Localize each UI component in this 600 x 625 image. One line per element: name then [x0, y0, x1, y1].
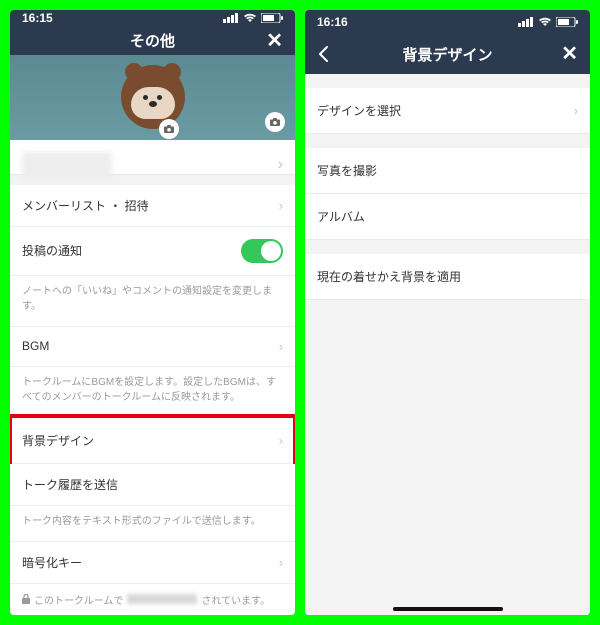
encryption-note-prefix: このトークルームで	[34, 592, 123, 607]
row-label: 投稿の通知	[22, 242, 82, 259]
home-indicator[interactable]	[393, 607, 503, 611]
phone-right: 16:16 背景デザイン ✕ デザインを選択 › 写真を撮影	[305, 10, 590, 615]
row-label: 暗号化キー	[22, 554, 82, 571]
select-design-row[interactable]: デザインを選択 ›	[305, 88, 590, 134]
avatar[interactable]	[121, 65, 185, 129]
back-icon[interactable]	[317, 45, 329, 63]
row-label: 写真を撮影	[317, 162, 377, 179]
encryption-note-suffix: されています。	[201, 592, 270, 607]
background-design-row[interactable]: 背景デザイン ›	[10, 418, 295, 464]
row-label: 現在の着せかえ背景を適用	[317, 268, 461, 285]
status-time: 16:15	[22, 11, 53, 25]
post-notification-note: ノートへの「いいね」やコメントの通知設定を変更します。	[10, 276, 295, 327]
row-label: 背景デザイン	[22, 432, 94, 449]
phone-left: 16:15 その他 ✕	[10, 10, 295, 615]
chevron-right-icon: ›	[574, 103, 578, 118]
status-time: 16:16	[317, 15, 348, 29]
nav-bar: その他 ✕	[10, 27, 295, 55]
row-label: トーク履歴を送信	[22, 476, 118, 493]
toggle-switch[interactable]	[241, 239, 283, 263]
status-bar: 16:16	[305, 10, 590, 34]
battery-icon	[261, 13, 283, 23]
bgm-row[interactable]: BGM ›	[10, 327, 295, 367]
apply-current-theme-row[interactable]: 現在の着せかえ背景を適用	[305, 254, 590, 300]
empty-area	[305, 300, 590, 615]
row-label: デザインを選択	[317, 102, 401, 119]
section-gap	[305, 74, 590, 88]
encryption-note: このトークルームで されています。	[10, 584, 295, 615]
wifi-icon	[538, 17, 552, 27]
section-gap	[305, 240, 590, 254]
section-gap	[305, 134, 590, 148]
chevron-right-icon: ›	[279, 433, 283, 448]
close-icon[interactable]: ✕	[561, 44, 578, 64]
post-notification-row: 投稿の通知	[10, 227, 295, 276]
member-list-row[interactable]: メンバーリスト ・ 招待 ›	[10, 185, 295, 227]
nav-bar: 背景デザイン ✕	[305, 34, 590, 74]
camera-icon[interactable]	[159, 119, 179, 139]
row-label: メンバーリスト ・ 招待	[22, 197, 149, 214]
lock-icon	[22, 594, 30, 604]
status-bar: 16:15	[10, 10, 295, 27]
chevron-right-icon: ›	[278, 156, 283, 174]
album-row[interactable]: アルバム	[305, 194, 590, 240]
status-icons	[518, 17, 578, 27]
row-label: BGM	[22, 339, 49, 353]
bgm-note: トークルームにBGMを設定します。設定したBGMは、すべてのメンバーのトークルー…	[10, 367, 295, 418]
wifi-icon	[243, 13, 257, 23]
status-icons	[223, 13, 283, 23]
camera-icon[interactable]	[265, 112, 285, 132]
chevron-right-icon: ›	[279, 555, 283, 570]
close-icon[interactable]: ✕	[266, 31, 283, 51]
cover-image	[10, 55, 295, 140]
chevron-right-icon: ›	[279, 198, 283, 213]
chevron-right-icon: ›	[279, 339, 283, 354]
nav-title: その他	[130, 30, 175, 51]
send-history-row[interactable]: トーク履歴を送信	[10, 464, 295, 506]
signal-icon	[518, 17, 534, 27]
take-photo-row[interactable]: 写真を撮影	[305, 148, 590, 194]
send-history-note: トーク内容をテキスト形式のファイルで送信します。	[10, 506, 295, 542]
nav-title: 背景デザイン	[402, 44, 492, 65]
redacted-text	[22, 152, 112, 178]
battery-icon	[556, 17, 578, 27]
encryption-key-row[interactable]: 暗号化キー ›	[10, 542, 295, 584]
signal-icon	[223, 13, 239, 23]
row-label: アルバム	[317, 208, 365, 225]
profile-row[interactable]: ›	[10, 140, 295, 176]
redacted-text	[127, 594, 197, 604]
